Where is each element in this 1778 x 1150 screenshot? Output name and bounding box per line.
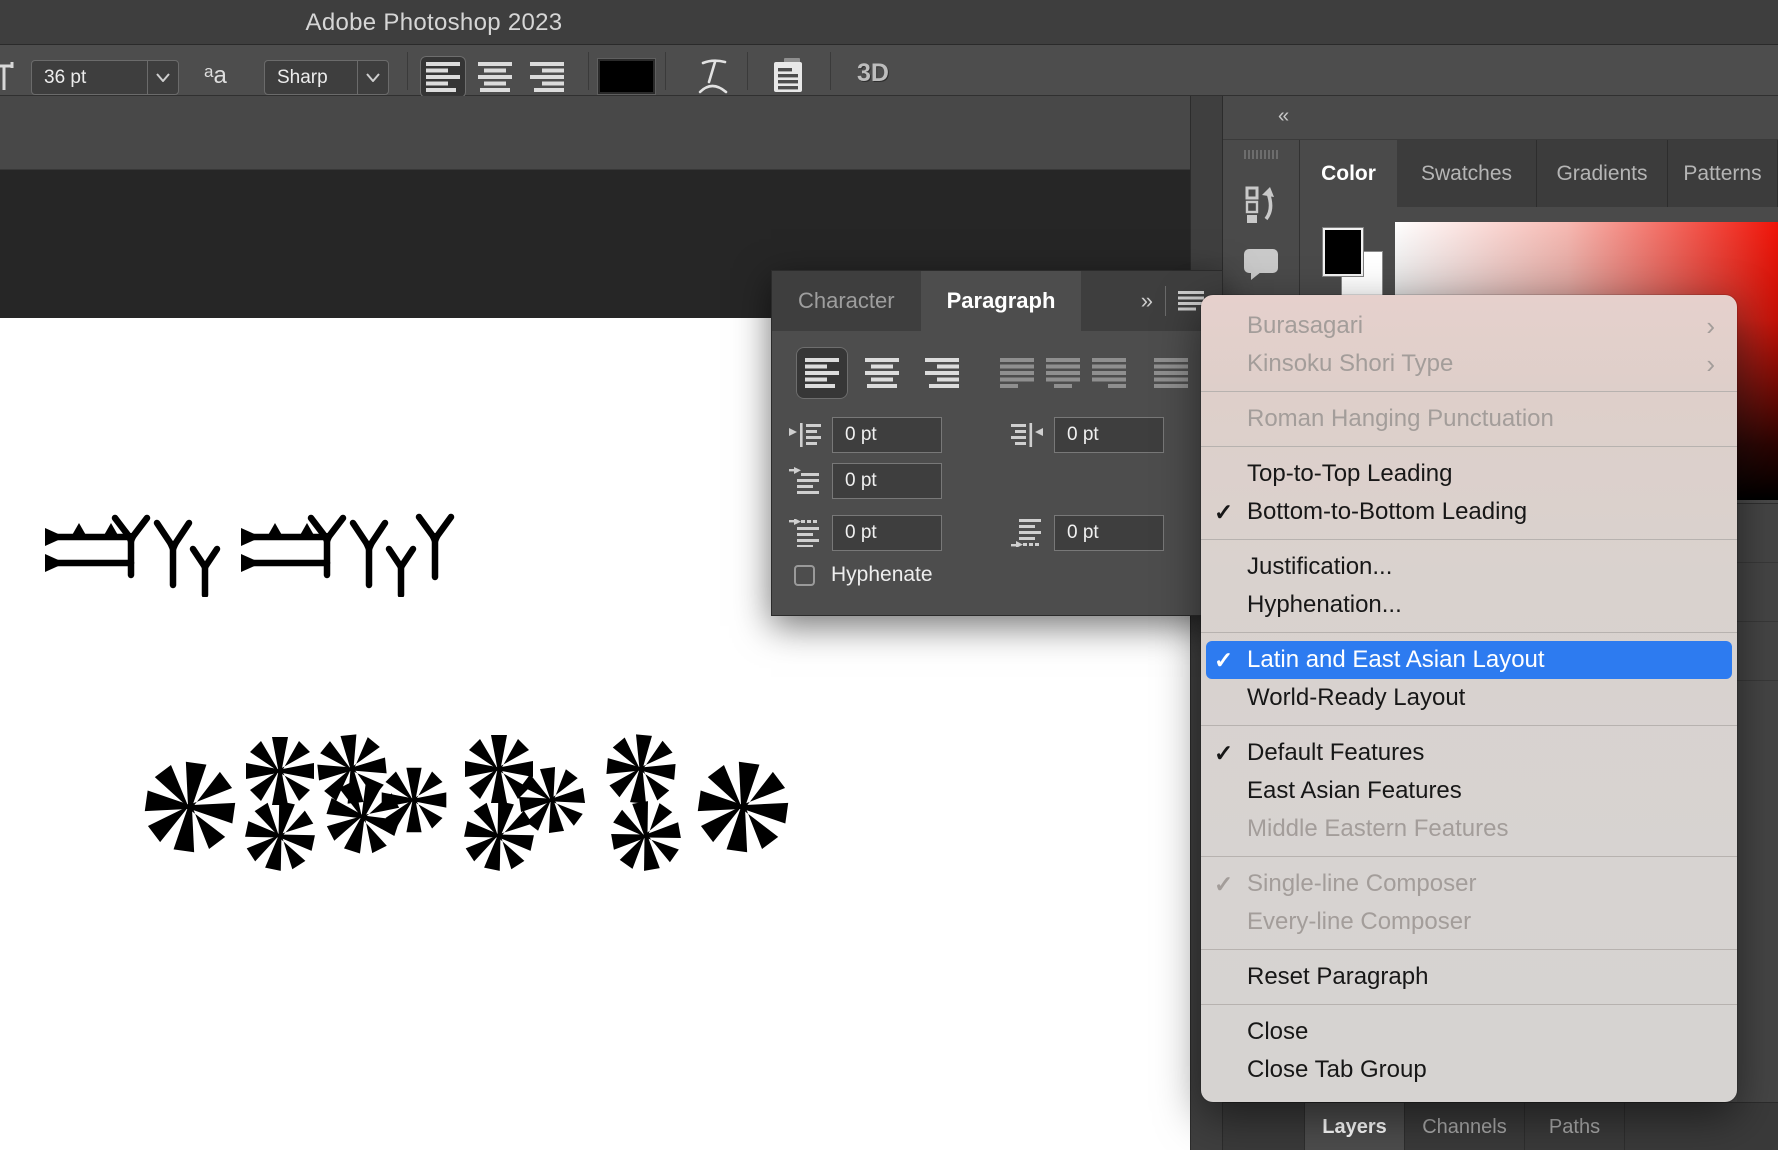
align-center-button[interactable] xyxy=(856,347,908,399)
menu-separator xyxy=(1201,391,1737,392)
comment-icon[interactable] xyxy=(1223,247,1299,281)
toolbar-separator xyxy=(830,52,831,90)
document-tab-band xyxy=(0,96,1223,170)
title-bar: Adobe Photoshop 2023 xyxy=(0,0,1778,45)
color-slider-strip xyxy=(1737,503,1778,1150)
hyphenate-checkbox[interactable] xyxy=(794,565,815,586)
menu-item-close-tab-group[interactable]: Close Tab Group xyxy=(1201,1051,1737,1089)
menu-separator xyxy=(1201,539,1737,540)
3d-button[interactable]: 3D xyxy=(857,59,889,88)
color-panel-tabbar: Color Swatches Gradients Patterns xyxy=(1300,140,1778,207)
hyphenate-label: Hyphenate xyxy=(831,563,933,587)
text-color-swatch[interactable] xyxy=(598,59,655,94)
tab-paragraph[interactable]: Paragraph xyxy=(921,271,1082,331)
menu-item-east-asian-features[interactable]: East Asian Features xyxy=(1201,772,1737,810)
menu-item-top-to-top-leading[interactable]: Top-to-Top Leading xyxy=(1201,455,1737,493)
space-before-input[interactable]: 0 pt xyxy=(832,515,942,551)
menu-separator xyxy=(1201,446,1737,447)
justify-last-left-button[interactable] xyxy=(994,347,1040,399)
space-after-icon xyxy=(1010,519,1044,547)
options-toolbar: 36 pt aa Sharp xyxy=(0,46,1778,96)
collapse-panels-icon[interactable]: « xyxy=(1278,105,1289,128)
toolbar-separator xyxy=(407,52,408,90)
paragraph-panel: Character Paragraph » xyxy=(771,270,1223,616)
chevron-down-icon xyxy=(358,73,388,82)
tab-gradients[interactable]: Gradients xyxy=(1537,140,1668,207)
indent-left-icon xyxy=(788,421,822,449)
align-left-button[interactable] xyxy=(796,347,848,399)
space-before-icon xyxy=(788,519,822,547)
cuneiform-text-line-2 xyxy=(130,718,810,878)
justify-last-right-button[interactable] xyxy=(1086,347,1132,399)
menu-item-bottom-to-bottom-leading[interactable]: Bottom-to-Bottom Leading xyxy=(1201,493,1737,531)
toolbar-separator xyxy=(665,52,666,90)
font-size-value: 36 pt xyxy=(32,67,147,89)
expand-panel-icon[interactable]: » xyxy=(1141,288,1153,314)
menu-item-world-ready-layout[interactable]: World-Ready Layout xyxy=(1201,679,1737,717)
menu-item-default-features[interactable]: Default Features xyxy=(1201,734,1737,772)
tab-character[interactable]: Character xyxy=(772,271,921,331)
menu-item-latin-and-east-asian-layout[interactable]: Latin and East Asian Layout xyxy=(1206,641,1732,679)
tab-color[interactable]: Color xyxy=(1300,140,1397,207)
tabbar-spacer xyxy=(1223,1103,1305,1150)
space-after-input[interactable]: 0 pt xyxy=(1054,515,1164,551)
tab-patterns[interactable]: Patterns xyxy=(1668,140,1778,207)
tab-channels[interactable]: Channels xyxy=(1405,1103,1525,1150)
menu-item-burasagari: Burasagari xyxy=(1201,307,1737,345)
warp-text-icon[interactable] xyxy=(696,56,730,96)
tab-layers[interactable]: Layers xyxy=(1305,1103,1405,1150)
justify-last-center-button[interactable] xyxy=(1040,347,1086,399)
toolbar-separator xyxy=(588,52,589,90)
menu-item-close[interactable]: Close xyxy=(1201,1013,1737,1051)
menu-separator xyxy=(1201,949,1737,950)
menu-separator xyxy=(1201,725,1737,726)
anti-alias-value: Sharp xyxy=(265,67,357,89)
menu-item-justification[interactable]: Justification... xyxy=(1201,548,1737,586)
panel-drag-handle[interactable] xyxy=(1223,150,1299,159)
window-title: Adobe Photoshop 2023 xyxy=(0,0,868,45)
cuneiform-text-line-1 xyxy=(45,505,465,597)
chevron-down-icon xyxy=(148,73,178,82)
align-right-button[interactable] xyxy=(916,347,968,399)
foreground-color-swatch[interactable] xyxy=(1323,228,1363,276)
align-right-button[interactable] xyxy=(524,56,570,98)
anti-alias-icon: aa xyxy=(204,62,227,90)
menu-item-kinsoku-shori-type: Kinsoku Shori Type xyxy=(1201,345,1737,383)
toolbar-separator xyxy=(747,52,748,90)
first-line-indent-input[interactable]: 0 pt xyxy=(832,463,942,499)
justify-all-button[interactable] xyxy=(1148,347,1194,399)
first-line-indent-icon xyxy=(788,467,822,495)
menu-item-reset-paragraph[interactable]: Reset Paragraph xyxy=(1201,958,1737,996)
toggle-panels-icon[interactable] xyxy=(772,56,806,94)
menu-separator xyxy=(1201,632,1737,633)
photoshop-window: Adobe Photoshop 2023 36 pt aa Sharp xyxy=(0,0,1778,1150)
paragraph-panel-flyout-menu: Burasagari Kinsoku Shori Type Roman Hang… xyxy=(1201,295,1737,1102)
menu-item-middle-eastern-features: Middle Eastern Features xyxy=(1201,810,1737,848)
paragraph-panel-tabs: Character Paragraph » xyxy=(772,271,1222,331)
tab-paths[interactable]: Paths xyxy=(1525,1103,1625,1150)
menu-separator xyxy=(1201,1004,1737,1005)
align-left-button[interactable] xyxy=(420,56,466,98)
align-center-button[interactable] xyxy=(472,56,518,98)
export-as-icon[interactable] xyxy=(1223,185,1299,225)
indent-left-input[interactable]: 0 pt xyxy=(832,417,942,453)
dock-header: « xyxy=(1223,96,1778,140)
font-size-icon xyxy=(0,60,16,94)
font-size-select[interactable]: 36 pt xyxy=(31,60,179,95)
indent-right-icon xyxy=(1010,421,1044,449)
anti-alias-select[interactable]: Sharp xyxy=(264,60,389,95)
paragraph-align-row xyxy=(796,345,1200,401)
menu-separator xyxy=(1201,856,1737,857)
indent-right-input[interactable]: 0 pt xyxy=(1054,417,1164,453)
menu-item-hyphenation[interactable]: Hyphenation... xyxy=(1201,586,1737,624)
tab-swatches[interactable]: Swatches xyxy=(1397,140,1537,207)
menu-item-single-line-composer: Single-line Composer xyxy=(1201,865,1737,903)
menu-item-roman-hanging-punctuation: Roman Hanging Punctuation xyxy=(1201,400,1737,438)
menu-item-every-line-composer: Every-line Composer xyxy=(1201,903,1737,941)
layers-panel-tabbar: Layers Channels Paths xyxy=(1223,1102,1778,1150)
